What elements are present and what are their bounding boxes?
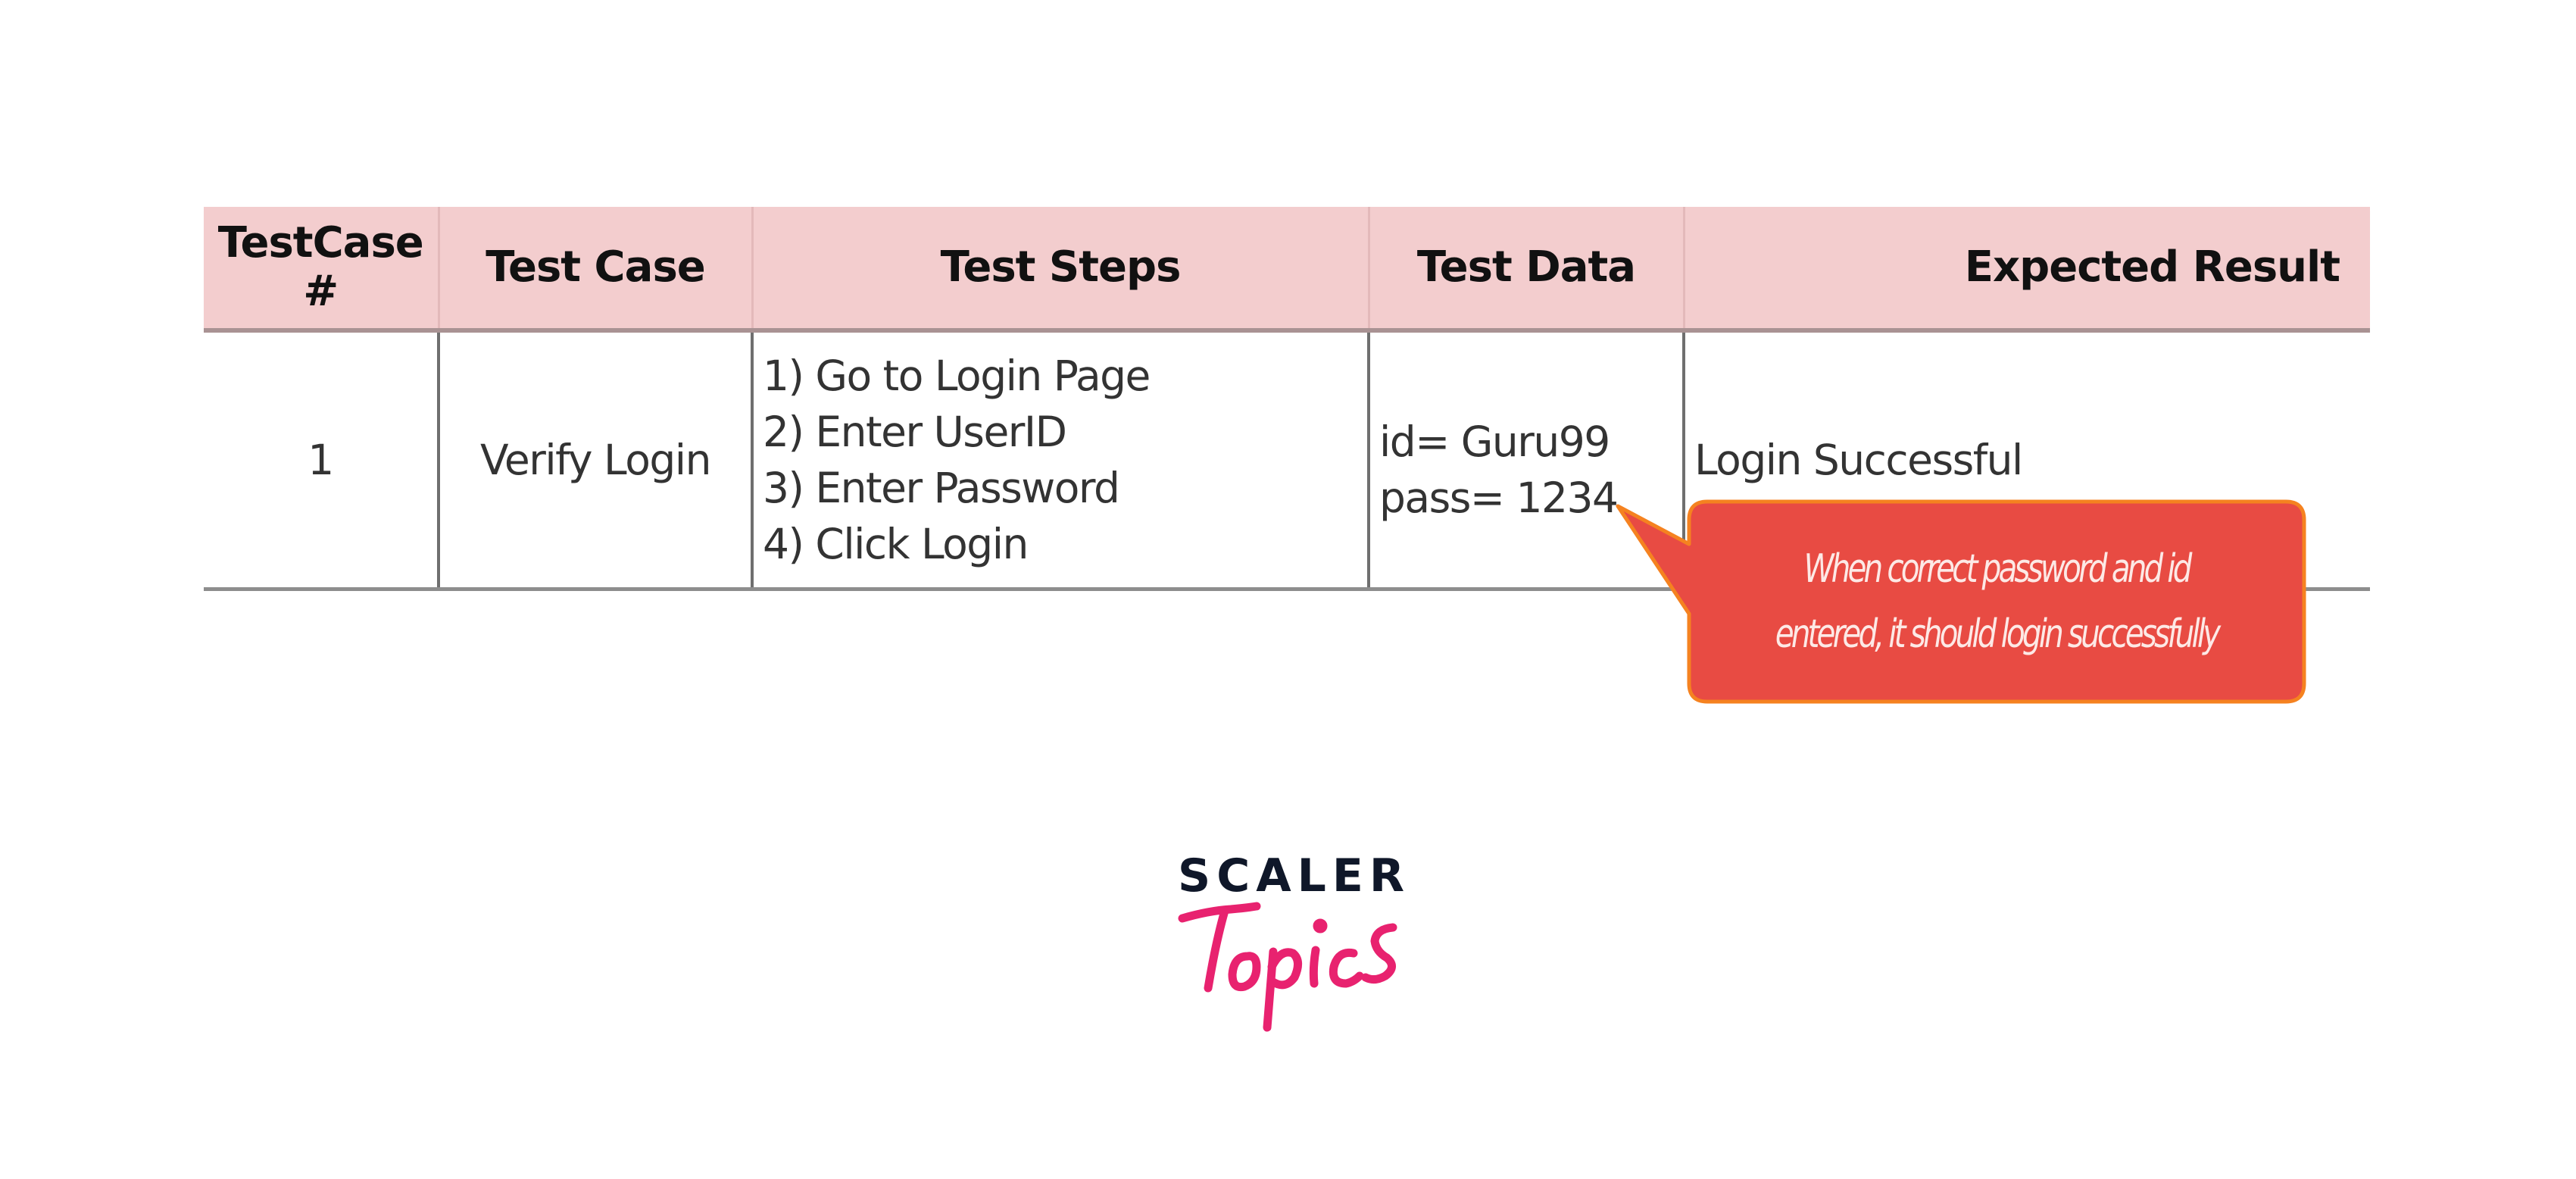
topics-letter-o (1228, 952, 1261, 992)
test-step: 1) Go to Login Page (763, 352, 1151, 400)
header-testcase-number-line1: TestCase (217, 218, 424, 267)
header-test-data: Test Data (1367, 207, 1684, 333)
callout-bubble: When correct password and id entered, it… (1616, 499, 2307, 704)
table-header-row: TestCase # Test Case Test Steps Test Dat… (204, 207, 2370, 333)
topics-letter-p (1263, 947, 1302, 1032)
header-test-steps: Test Steps (751, 207, 1369, 333)
cell-testcase-number: 1 (204, 330, 439, 591)
topics-letter-s (1361, 923, 1397, 984)
test-step: 4) Click Login (763, 520, 1029, 568)
header-test-case: Test Case (437, 207, 752, 333)
test-step: 3) Enter Password (763, 464, 1120, 512)
callout-line: entered, it should login successfully (1775, 611, 2222, 657)
topics-letter-i (1309, 946, 1320, 988)
logo-topics-script (1178, 902, 1397, 1032)
callout-text: When correct password and id entered, it… (1754, 502, 2239, 702)
test-step: 2) Enter UserID (763, 408, 1067, 456)
logo-scaler-text: SCALER (1178, 849, 1411, 902)
header-testcase-number: TestCase # (204, 207, 439, 333)
header-testcase-number-line2: # (303, 267, 339, 316)
test-data-id: id= Guru99 (1379, 417, 1610, 466)
cell-test-case: Verify Login (437, 330, 752, 591)
topics-letter-i-dot (1313, 918, 1328, 934)
callout-line: When correct password and id (1803, 546, 2192, 592)
topics-letter-t-stem (1204, 906, 1229, 993)
header-expected-result: Expected Result (1682, 207, 2370, 333)
cell-test-steps: 1) Go to Login Page 2) Enter UserID 3) E… (751, 330, 1369, 591)
scaler-topics-logo: SCALER (1178, 850, 1405, 1040)
topics-letter-c (1329, 948, 1364, 988)
